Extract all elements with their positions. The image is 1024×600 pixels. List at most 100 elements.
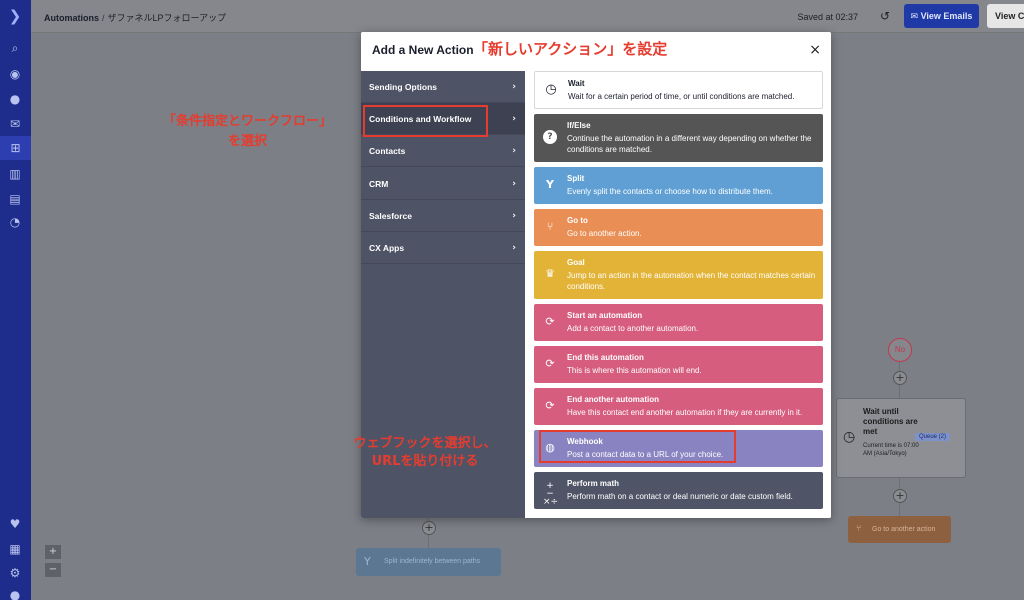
- chevron-right-icon: ›: [512, 114, 516, 124]
- split-action-card[interactable]: Y Split indefinitely between paths: [356, 548, 501, 576]
- category-crm[interactable]: CRM ›: [361, 168, 525, 200]
- add-step-icon[interactable]: +: [893, 371, 907, 385]
- saved-status: Saved at 02:37: [797, 12, 858, 22]
- pipeline-icon[interactable]: ▥: [6, 166, 24, 182]
- action-description: Have this contact end another automation…: [567, 408, 803, 417]
- add-step-icon[interactable]: +: [422, 521, 436, 535]
- action-list: ◷ Wait Wait for a certain period of time…: [525, 71, 831, 518]
- lightbulb-icon[interactable]: ◉: [6, 66, 24, 82]
- heart-icon[interactable]: ♥: [6, 516, 24, 532]
- category-cx-apps[interactable]: CX Apps ›: [361, 232, 525, 264]
- conditions-annotation: 「条件指定とワークフロー」 を選択: [140, 112, 355, 152]
- action-go-to[interactable]: ⑂ Go to Go to another action.: [534, 209, 823, 246]
- chevron-right-icon: ›: [512, 211, 516, 221]
- contacts-icon[interactable]: ●: [6, 91, 24, 107]
- category-label: Conditions and Workflow: [369, 114, 472, 124]
- wait-card-title: Wait until conditions are met: [863, 407, 918, 436]
- category-label: Sending Options: [369, 82, 437, 92]
- action-perform-math[interactable]: +− ×÷ Perform math Perform math on a cont…: [534, 472, 823, 509]
- view-emails-label: View Emails: [920, 11, 973, 21]
- action-title: Goal: [567, 258, 585, 267]
- search-icon[interactable]: ⌕: [6, 40, 24, 56]
- chevron-right-icon: ›: [512, 82, 516, 92]
- action-wait[interactable]: ◷ Wait Wait for a certain period of time…: [534, 71, 823, 109]
- cycle-icon: ⟳: [545, 357, 555, 370]
- action-split[interactable]: Y Split Evenly split the contacts or cho…: [534, 167, 823, 204]
- action-goal[interactable]: ♛ Goal Jump to an action in the automati…: [534, 251, 823, 299]
- clock-icon: ◷: [843, 429, 856, 445]
- category-label: CRM: [369, 179, 389, 189]
- globe-icon: ◍: [545, 441, 555, 454]
- mail-icon: ✉: [910, 11, 921, 21]
- site-icon[interactable]: ▤: [6, 191, 24, 207]
- no-branch-node[interactable]: No: [888, 338, 912, 362]
- split-icon: Y: [546, 178, 554, 191]
- left-nav: ❯ ⌕ ◉ ● ✉ ⊞ ▥ ▤ ◔ ♥ ▦ ⚙ ●: [0, 0, 31, 600]
- action-description: Jump to an action in the automation when…: [567, 271, 816, 291]
- category-label: Salesforce: [369, 211, 412, 221]
- action-description: Perform math on a contact or deal numeri…: [567, 492, 793, 501]
- view-other-button[interactable]: View C: [987, 4, 1024, 28]
- history-icon[interactable]: ↺: [880, 9, 894, 23]
- wait-condition-card[interactable]: ◷ Wait until conditions are met Current …: [836, 398, 966, 478]
- action-title: If/Else: [567, 121, 591, 130]
- action-webhook[interactable]: ◍ Webhook Post a contact data to a URL o…: [534, 430, 823, 467]
- reports-icon[interactable]: ◔: [6, 214, 24, 230]
- goto-action-card[interactable]: ⑂ Go to another action: [848, 516, 951, 543]
- zoom-in-button[interactable]: +: [45, 545, 61, 559]
- category-contacts[interactable]: Contacts ›: [361, 135, 525, 167]
- apps-icon[interactable]: ▦: [6, 541, 24, 557]
- wait-card-subtitle: Current time is 07:00 AM (Asia/Tokyo): [863, 443, 919, 457]
- cycle-icon: ⟳: [545, 399, 555, 412]
- breadcrumb-separator: /: [102, 13, 105, 23]
- chevron-right-icon: ›: [512, 146, 516, 156]
- automations-icon[interactable]: ⊞: [0, 136, 31, 160]
- category-label: Contacts: [369, 146, 406, 156]
- action-end-another-automation[interactable]: ⟳ End another automation Have this conta…: [534, 388, 823, 425]
- trophy-icon: ♛: [545, 267, 555, 280]
- action-title: End another automation: [567, 395, 659, 404]
- top-header: Automations / ザファネルLPフォローアップ Saved at 02:3…: [31, 0, 1024, 33]
- breadcrumb-current: ザファネルLPフォローアップ: [107, 13, 227, 23]
- action-description: Wait for a certain period of time, or un…: [568, 92, 795, 101]
- category-conditions-and-workflow[interactable]: Conditions and Workflow ›: [361, 103, 525, 135]
- clock-icon: ◷: [545, 82, 557, 97]
- action-description: This is where this automation will end.: [567, 366, 702, 375]
- category-sending-options[interactable]: Sending Options ›: [361, 71, 525, 103]
- action-title: Go to: [567, 216, 588, 225]
- settings-icon[interactable]: ⚙: [6, 565, 24, 581]
- queue-badge[interactable]: Queue (2): [915, 433, 951, 441]
- logo-chevron-icon[interactable]: ❯: [6, 8, 24, 24]
- branch-icon: ⑂: [856, 524, 862, 534]
- mail-icon[interactable]: ✉: [6, 116, 24, 132]
- avatar[interactable]: ●: [6, 587, 24, 600]
- action-title: Wait: [568, 79, 585, 88]
- close-icon[interactable]: ×: [809, 42, 821, 58]
- action-description: Post a contact data to a URL of your cho…: [567, 450, 724, 459]
- action-if-else[interactable]: ? If/Else Continue the automation in a d…: [534, 114, 823, 162]
- modal-header: Add a New Action 「新しいアクション」を設定 ×: [361, 32, 831, 71]
- cycle-icon: ⟳: [545, 315, 555, 328]
- action-title: End this automation: [567, 353, 644, 362]
- webhook-annotation-line2: URLを貼り付ける: [371, 454, 479, 469]
- add-step-icon[interactable]: +: [893, 489, 907, 503]
- action-end-this-automation[interactable]: ⟳ End this automation This is where this…: [534, 346, 823, 383]
- zoom-out-button[interactable]: −: [45, 563, 61, 577]
- view-emails-button[interactable]: ✉ View Emails: [904, 4, 979, 28]
- webhook-annotation-line1: ウェブフックを選択し、: [353, 436, 497, 451]
- action-description: Evenly split the contacts or choose how …: [567, 187, 773, 196]
- category-label: CX Apps: [369, 243, 405, 253]
- action-title: Split: [567, 174, 585, 183]
- goto-card-label: Go to another action: [872, 526, 936, 533]
- action-title: Perform math: [567, 479, 620, 488]
- breadcrumb-root[interactable]: Automations: [44, 13, 99, 23]
- webhook-annotation: ウェブフックを選択し、 URLを貼り付ける: [330, 435, 520, 471]
- branch-icon: ⑂: [546, 220, 554, 233]
- math-icon: +− ×÷: [543, 481, 559, 507]
- conditions-annotation-line1: 「条件指定とワークフロー」: [162, 114, 332, 129]
- action-title: Webhook: [567, 437, 603, 446]
- action-start-automation[interactable]: ⟳ Start an automation Add a contact to a…: [534, 304, 823, 341]
- split-card-label: Split indefinitely between paths: [384, 558, 481, 565]
- category-salesforce[interactable]: Salesforce ›: [361, 200, 525, 232]
- modal-title: Add a New Action: [372, 43, 474, 57]
